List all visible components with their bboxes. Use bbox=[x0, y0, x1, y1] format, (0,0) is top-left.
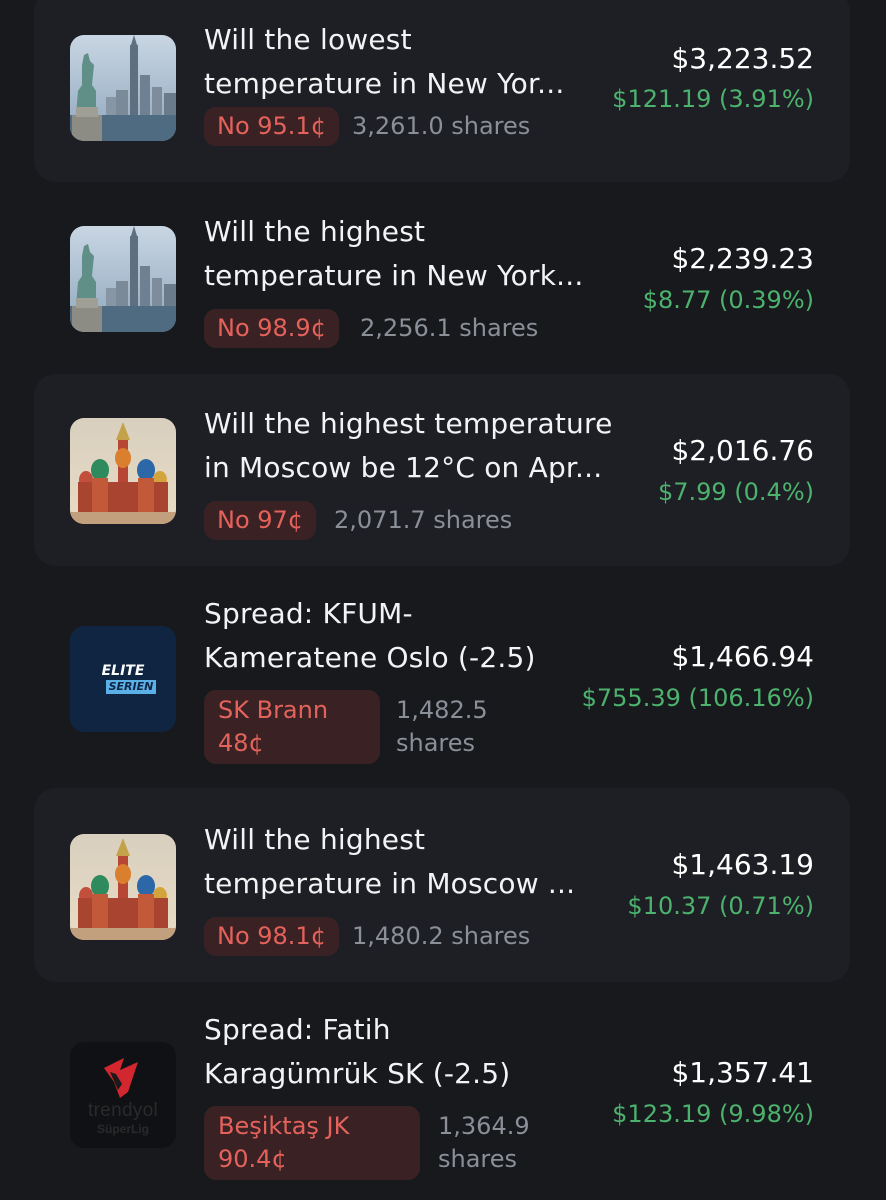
market-title-line: Will the lowest bbox=[204, 23, 412, 56]
shares-count: 3,261.0 shares bbox=[352, 112, 531, 140]
outcome-price: 90.4¢ bbox=[218, 1145, 287, 1173]
position-change: $7.99 (0.4%) bbox=[657, 478, 814, 506]
logo-text: SERIEN bbox=[105, 680, 157, 694]
market-title-line: temperature in New York... bbox=[204, 259, 584, 292]
position-change: $8.77 (0.39%) bbox=[642, 286, 814, 314]
new-york-skyline-icon bbox=[70, 226, 176, 332]
market-title-line: Will the highest bbox=[204, 823, 426, 856]
shares-unit: shares bbox=[438, 1145, 518, 1173]
shares-unit: shares bbox=[396, 729, 476, 757]
position-change: $755.39 (106.16%) bbox=[581, 684, 814, 712]
outcome-badge: No 97¢ bbox=[204, 501, 317, 540]
position-row[interactable]: ELITE SERIEN Spread: KFUM- Kameratene Os… bbox=[34, 566, 850, 788]
market-title-line: Spread: Fatih bbox=[204, 1013, 391, 1046]
position-value: $2,239.23 bbox=[671, 242, 814, 275]
trendyol-superlig-logo-icon: trendyol SüperLig bbox=[70, 1042, 176, 1148]
logo-text: trendyol bbox=[88, 1100, 158, 1121]
shares-number: 1,364.9 bbox=[438, 1112, 530, 1140]
outcome-badge: No 95.1¢ bbox=[204, 107, 339, 146]
eliteserien-logo-icon: ELITE SERIEN bbox=[70, 626, 176, 732]
shares-count: 1,480.2 shares bbox=[352, 922, 531, 950]
market-title[interactable]: Spread: KFUM- Kameratene Oslo (-2.5) bbox=[204, 592, 644, 680]
position-change: $121.19 (3.91%) bbox=[612, 85, 814, 113]
market-title-line: Will the highest temperature bbox=[204, 407, 613, 440]
position-value: $1,357.41 bbox=[671, 1056, 814, 1089]
outcome-badge: Beşiktaş JK 90.4¢ bbox=[204, 1106, 420, 1180]
market-title-line: Will the highest bbox=[204, 215, 426, 248]
position-value: $2,016.76 bbox=[671, 434, 814, 467]
position-row[interactable]: Will the highest temperature in Moscow b… bbox=[34, 374, 850, 566]
market-title-line: in Moscow be 12°C on Apr... bbox=[204, 451, 603, 484]
market-title-line: temperature in Moscow ... bbox=[204, 867, 576, 900]
market-title-line: Karagümrük SK (-2.5) bbox=[204, 1057, 511, 1090]
logo-text: ELITE bbox=[101, 663, 145, 679]
market-title-line: Spread: KFUM- bbox=[204, 597, 413, 630]
outcome-badge: No 98.9¢ bbox=[204, 309, 339, 348]
market-title[interactable]: Will the highest temperature in Moscow .… bbox=[204, 818, 644, 906]
position-value: $1,466.94 bbox=[671, 640, 814, 673]
outcome-badge: No 98.1¢ bbox=[204, 917, 339, 956]
shares-number: 1,482.5 bbox=[396, 696, 488, 724]
moscow-cathedral-icon bbox=[70, 418, 176, 524]
position-value: $1,463.19 bbox=[671, 848, 814, 881]
shares-count: 2,071.7 shares bbox=[334, 506, 513, 534]
position-row[interactable]: Will the highest temperature in New York… bbox=[34, 182, 850, 374]
market-title[interactable]: Will the highest temperature in Moscow b… bbox=[204, 402, 644, 490]
shares-count: 2,256.1 shares bbox=[360, 314, 539, 342]
outcome-label: Beşiktaş JK bbox=[218, 1112, 350, 1140]
shares-count: 1,482.5 shares bbox=[396, 694, 488, 760]
outcome-badge: SK Brann 48¢ bbox=[204, 690, 380, 764]
logo-text: SüperLig bbox=[96, 1122, 149, 1136]
position-row[interactable]: trendyol SüperLig Spread: Fatih Karagümr… bbox=[34, 982, 850, 1200]
market-title[interactable]: Will the lowest temperature in New Yor..… bbox=[204, 18, 644, 106]
new-york-skyline-icon bbox=[70, 35, 176, 141]
outcome-price: 48¢ bbox=[218, 729, 264, 757]
position-change: $10.37 (0.71%) bbox=[627, 892, 814, 920]
position-change: $123.19 (9.98%) bbox=[612, 1100, 814, 1128]
market-title[interactable]: Will the highest temperature in New York… bbox=[204, 210, 644, 298]
position-value: $3,223.52 bbox=[671, 42, 814, 75]
position-row[interactable]: Will the lowest temperature in New Yor..… bbox=[34, 0, 850, 182]
position-row[interactable]: Will the highest temperature in Moscow .… bbox=[34, 788, 850, 982]
market-title[interactable]: Spread: Fatih Karagümrük SK (-2.5) bbox=[204, 1008, 644, 1096]
shares-count: 1,364.9 shares bbox=[438, 1110, 530, 1176]
moscow-cathedral-icon bbox=[70, 834, 176, 940]
market-title-line: temperature in New Yor... bbox=[204, 67, 565, 100]
outcome-label: SK Brann bbox=[218, 696, 329, 724]
market-title-line: Kameratene Oslo (-2.5) bbox=[204, 641, 536, 674]
